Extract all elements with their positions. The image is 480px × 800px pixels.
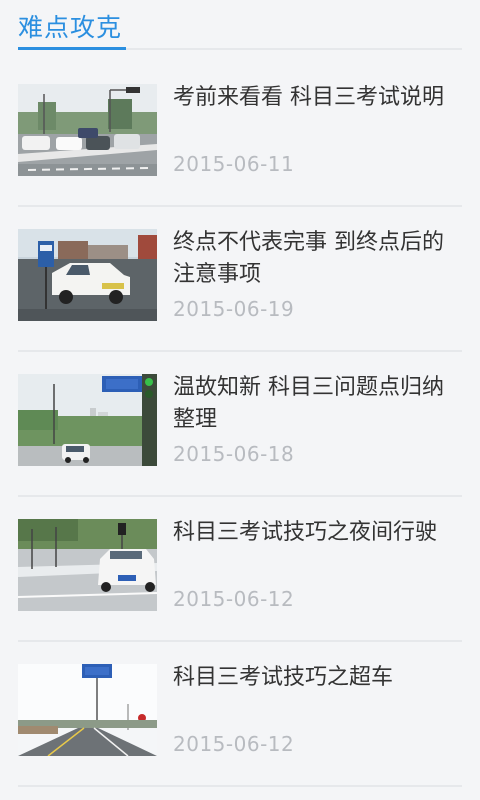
- article-thumbnail: [18, 519, 157, 611]
- article-thumbnail: [18, 229, 157, 321]
- article-date: 2015-06-12: [173, 732, 295, 756]
- article-item[interactable]: 终点不代表完事 到终点后的注意事项 2015-06-19: [18, 207, 462, 352]
- article-thumbnail: [18, 374, 157, 466]
- article-item[interactable]: 科目三考试技巧之夜间行驶 2015-06-12: [18, 497, 462, 642]
- section-title: 难点攻克: [18, 13, 123, 42]
- article-title: 科目三考试技巧之夜间行驶: [173, 520, 438, 545]
- section-header: 难点攻克: [18, 0, 462, 50]
- article-item[interactable]: 考前来看看 科目三考试说明 2015-06-11: [18, 62, 462, 207]
- article-title: 考前来看看 科目三考试说明: [173, 85, 444, 110]
- article-item[interactable]: 温故知新 科目三问题点归纳整理 2015-06-18: [18, 352, 462, 497]
- section-title-underline: [18, 47, 126, 50]
- article-date: 2015-06-19: [173, 297, 295, 321]
- article-item[interactable]: 科目三考试技巧之超车 2015-06-12: [18, 642, 462, 787]
- article-thumbnail: [18, 664, 157, 756]
- article-date: 2015-06-11: [173, 152, 295, 176]
- article-title: 科目三考试技巧之超车: [173, 665, 394, 690]
- article-thumbnail: [18, 84, 157, 176]
- article-list: 考前来看看 科目三考试说明 2015-06-11 终点不代表完事 到终点后的注意…: [18, 62, 462, 787]
- article-date: 2015-06-12: [173, 587, 295, 611]
- article-title: 温故知新 科目三问题点归纳整理: [173, 375, 444, 432]
- article-date: 2015-06-18: [173, 442, 295, 466]
- article-title: 终点不代表完事 到终点后的注意事项: [173, 230, 444, 287]
